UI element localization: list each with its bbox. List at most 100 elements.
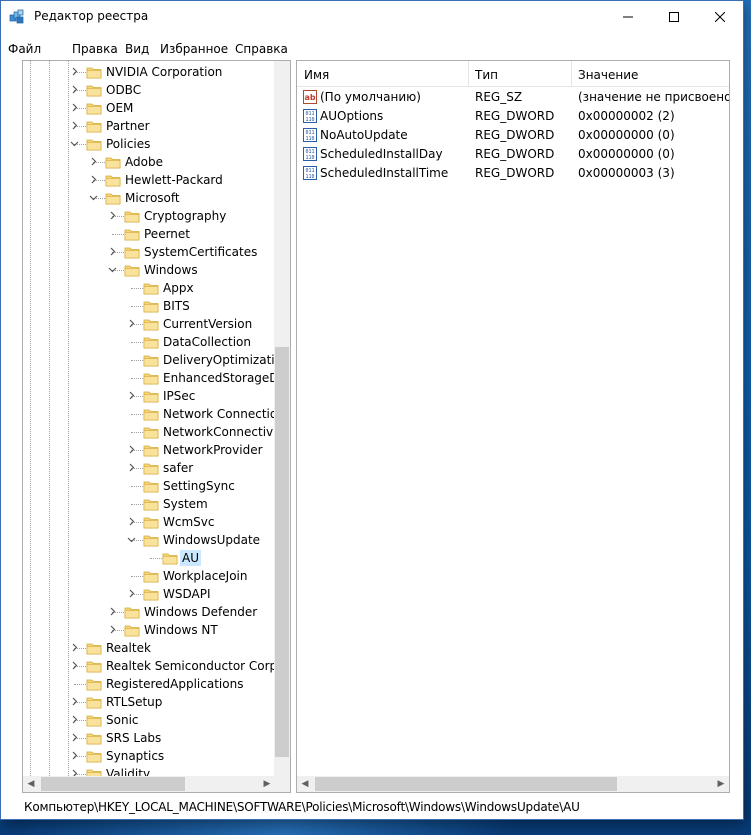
- chevron-down-icon[interactable]: [88, 192, 99, 203]
- chevron-right-icon[interactable]: [88, 174, 99, 185]
- chevron-down-icon[interactable]: [107, 264, 118, 275]
- chevron-right-icon[interactable]: [107, 624, 118, 635]
- chevron-right-icon[interactable]: [69, 768, 80, 776]
- tree-node[interactable]: Windows: [23, 261, 275, 279]
- tree-node[interactable]: Appx: [23, 279, 275, 297]
- chevron-right-icon[interactable]: [126, 318, 137, 329]
- tree-node[interactable]: DeliveryOptimization: [23, 351, 275, 369]
- chevron-right-icon[interactable]: [69, 66, 80, 77]
- chevron-right-icon[interactable]: [69, 102, 80, 113]
- menu-view[interactable]: Вид: [125, 42, 149, 56]
- chevron-right-icon[interactable]: [126, 462, 137, 473]
- value-row[interactable]: 011 110 AUOptions REG_DWORD 0x00000002 (2): [297, 107, 729, 126]
- title-bar[interactable]: Редактор реестра: [1, 1, 743, 32]
- list-horizontal-scroll-thumb[interactable]: [315, 777, 617, 791]
- tree-node[interactable]: WSDAPI: [23, 585, 275, 603]
- tree-node[interactable]: IPSec: [23, 387, 275, 405]
- tree-horizontal-scrollbar[interactable]: ◀ ▶: [23, 776, 275, 792]
- chevron-down-icon[interactable]: [126, 534, 137, 545]
- list-header: Имя Тип Значение: [297, 61, 729, 87]
- tree-node[interactable]: RegisteredApplications: [23, 675, 275, 693]
- tree-node[interactable]: NetworkConnectivityStatusIndicator: [23, 423, 275, 441]
- tree-node[interactable]: SystemCertificates: [23, 243, 275, 261]
- list-horizontal-scrollbar[interactable]: ◀ ▶: [297, 776, 729, 792]
- tree-node[interactable]: WcmSvc: [23, 513, 275, 531]
- chevron-right-icon[interactable]: [69, 660, 80, 671]
- tree-node[interactable]: OEM: [23, 99, 275, 117]
- tree-node[interactable]: System: [23, 495, 275, 513]
- tree-node[interactable]: BITS: [23, 297, 275, 315]
- maximize-button[interactable]: [651, 1, 697, 32]
- tree-node[interactable]: safer: [23, 459, 275, 477]
- menu-help[interactable]: Справка: [235, 42, 288, 56]
- tree-node[interactable]: WindowsUpdate: [23, 531, 275, 549]
- tree-node[interactable]: Cryptography: [23, 207, 275, 225]
- value-row[interactable]: 011 110 ScheduledInstallDay REG_DWORD 0x0000…: [297, 145, 729, 164]
- tree-vertical-scroll-thumb[interactable]: [275, 347, 289, 757]
- menu-edit[interactable]: Правка: [72, 42, 118, 56]
- chevron-right-icon[interactable]: [69, 714, 80, 725]
- values-list-pane[interactable]: Имя Тип Значение ab (По умолчанию) REG_SZ (…: [296, 60, 730, 793]
- tree-node[interactable]: SRS Labs: [23, 729, 275, 747]
- scroll-right-arrow-icon[interactable]: ▶: [713, 776, 729, 792]
- tree-node[interactable]: Adobe: [23, 153, 275, 171]
- tree-node[interactable]: NetworkProvider: [23, 441, 275, 459]
- tree-node[interactable]: NVIDIA Corporation: [23, 63, 275, 81]
- chevron-right-icon[interactable]: [107, 606, 118, 617]
- tree-node[interactable]: SettingSync: [23, 477, 275, 495]
- chevron-right-icon[interactable]: [69, 84, 80, 95]
- chevron-right-icon[interactable]: [107, 210, 118, 221]
- key-tree-pane[interactable]: NVIDIA Corporation ODBC OEM Partner Policies…: [22, 60, 291, 793]
- column-divider[interactable]: [468, 61, 469, 86]
- column-divider[interactable]: [571, 61, 572, 86]
- menu-file[interactable]: Файл: [8, 42, 41, 56]
- value-row[interactable]: ab (По умолчанию) REG_SZ (значение не присв…: [297, 88, 729, 107]
- tree-vertical-scrollbar[interactable]: [274, 61, 290, 776]
- tree-node[interactable]: RTLSetup: [23, 693, 275, 711]
- tree-node[interactable]: EnhancedStorageDevices: [23, 369, 275, 387]
- scroll-right-arrow-icon[interactable]: ▶: [259, 776, 275, 792]
- tree-node[interactable]: WorkplaceJoin: [23, 567, 275, 585]
- tree-node[interactable]: Windows NT: [23, 621, 275, 639]
- scroll-left-arrow-icon[interactable]: ◀: [23, 776, 39, 792]
- tree-horizontal-scroll-thumb[interactable]: [41, 777, 185, 791]
- tree-node-label: BITS: [163, 299, 190, 313]
- tree-node[interactable]: Peernet: [23, 225, 275, 243]
- chevron-right-icon[interactable]: [126, 444, 137, 455]
- tree-node[interactable]: Sonic: [23, 711, 275, 729]
- column-header-name[interactable]: Имя: [304, 68, 329, 82]
- tree-node[interactable]: Validity: [23, 765, 275, 776]
- chevron-right-icon[interactable]: [69, 750, 80, 761]
- chevron-right-icon[interactable]: [69, 642, 80, 653]
- minimize-button[interactable]: [605, 1, 651, 32]
- tree-node[interactable]: Network Connections: [23, 405, 275, 423]
- column-header-type[interactable]: Тип: [475, 68, 498, 82]
- tree-node[interactable]: Policies: [23, 135, 275, 153]
- tree-node[interactable]: ODBC: [23, 81, 275, 99]
- tree-node[interactable]: Realtek: [23, 639, 275, 657]
- column-header-value[interactable]: Значение: [578, 68, 638, 82]
- chevron-right-icon[interactable]: [69, 120, 80, 131]
- chevron-right-icon[interactable]: [126, 390, 137, 401]
- tree-node[interactable]: CurrentVersion: [23, 315, 275, 333]
- value-row[interactable]: 011 110 ScheduledInstallTime REG_DWORD 0x000…: [297, 164, 729, 183]
- chevron-down-icon[interactable]: [69, 138, 80, 149]
- value-row[interactable]: 011 110 NoAutoUpdate REG_DWORD 0x00000000 (0…: [297, 126, 729, 145]
- tree-node[interactable]: Partner: [23, 117, 275, 135]
- chevron-right-icon[interactable]: [69, 732, 80, 743]
- close-button[interactable]: [697, 1, 743, 32]
- chevron-right-icon[interactable]: [69, 696, 80, 707]
- chevron-right-icon[interactable]: [107, 246, 118, 257]
- tree-node[interactable]: Hewlett-Packard: [23, 171, 275, 189]
- chevron-right-icon[interactable]: [126, 588, 137, 599]
- tree-node[interactable]: Synaptics: [23, 747, 275, 765]
- tree-node[interactable]: Windows Defender: [23, 603, 275, 621]
- chevron-right-icon[interactable]: [88, 156, 99, 167]
- scroll-left-arrow-icon[interactable]: ◀: [297, 776, 313, 792]
- tree-node[interactable]: AU: [23, 549, 275, 567]
- tree-node[interactable]: Realtek Semiconductor Corp.: [23, 657, 275, 675]
- tree-node[interactable]: Microsoft: [23, 189, 275, 207]
- tree-node[interactable]: DataCollection: [23, 333, 275, 351]
- chevron-right-icon[interactable]: [126, 516, 137, 527]
- menu-favorites[interactable]: Избранное: [160, 42, 228, 56]
